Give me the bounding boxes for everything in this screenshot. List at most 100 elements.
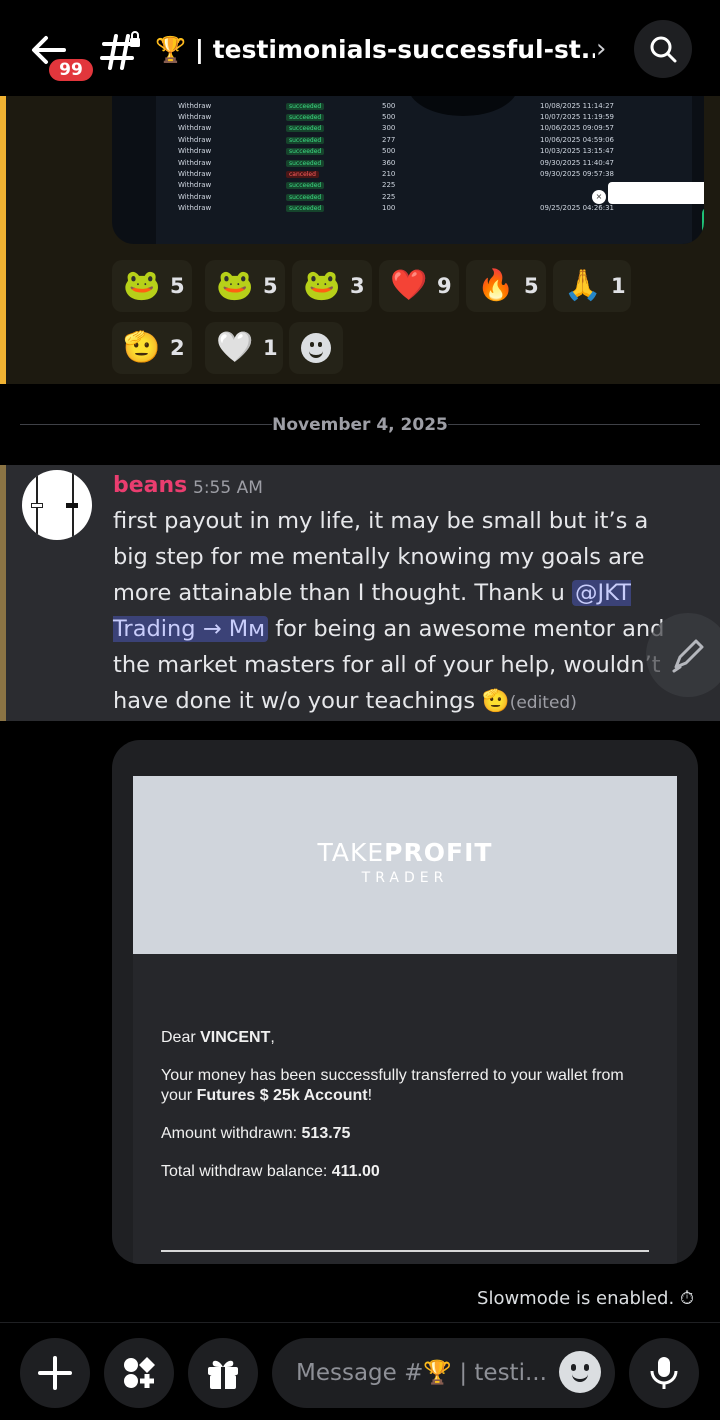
table-row: Withdraw succeeded 500 10/08/2025 11:14:27 (172, 100, 620, 111)
voice-message-button[interactable] (629, 1338, 699, 1408)
apps-icon (124, 1357, 155, 1388)
withdraw-status: succeeded (286, 102, 325, 110)
pray-emoji-icon: 🙏 (564, 268, 602, 303)
withdraw-date: 10/08/2025 11:14:27 (540, 101, 615, 110)
email-transfer-line: Your money has been successfully transfe… (161, 1067, 624, 1104)
withdraw-action: Withdraw (178, 135, 212, 144)
withdraw-status: canceled (286, 171, 319, 179)
email-greeting: Dear VINCENT, (161, 1029, 275, 1046)
reaction-chip[interactable]: 🐸 5 (205, 260, 285, 312)
withdraw-amount: 225 (382, 181, 396, 190)
withdraw-date: 09/30/2025 09:57:38 (540, 170, 615, 179)
withdraw-action: Withdraw (178, 101, 212, 110)
message[interactable]: beans 5:55 AM first payout in my life, i… (0, 465, 720, 721)
withdraw-status: succeeded (286, 205, 325, 213)
payout-email-screenshot[interactable]: TAKEPROFIT TRADER Dear VINCENT, Your mon… (112, 740, 698, 1264)
withdraw-status: succeeded (286, 159, 325, 167)
slowmode-text: Slowmode is enabled. (477, 1288, 675, 1309)
withdraw-date: 10/07/2025 11:19:59 (540, 113, 615, 122)
reaction-count: 9 (437, 274, 452, 298)
search-button[interactable] (634, 20, 692, 78)
reaction-chip[interactable]: ❤️ 9 (379, 260, 459, 312)
withdraw-action: Withdraw (178, 181, 212, 190)
add-reaction-button[interactable] (289, 322, 343, 374)
reaction-count: 5 (524, 274, 539, 298)
takeprofit-logo-sub: TRADER (361, 870, 449, 886)
withdraw-status: succeeded (286, 136, 325, 144)
reaction-count: 5 (170, 274, 185, 298)
chat-popup (608, 182, 704, 204)
heart-emoji-icon: ❤️ (390, 268, 428, 303)
message-composer (0, 1322, 720, 1420)
table-row: Withdraw succeeded 300 10/06/2025 09:09:57 (172, 123, 620, 134)
channel-title[interactable]: 🏆 | testimonials-successful-st... (155, 30, 595, 70)
withdraw-amount: 210 (382, 170, 396, 179)
withdraw-action: Withdraw (178, 158, 212, 167)
withdraw-date: 10/06/2025 09:09:57 (540, 124, 615, 133)
withdraw-action: Withdraw (178, 170, 212, 179)
add-attachment-button[interactable] (20, 1338, 90, 1408)
frog-emoji-icon: 🐸 (123, 268, 161, 303)
withdraw-status: succeeded (286, 193, 325, 201)
withdraw-amount: 500 (382, 113, 396, 122)
withdraw-action: Withdraw (178, 192, 212, 201)
reaction-count: 5 (263, 274, 278, 298)
reaction-count: 2 (170, 336, 185, 360)
withdraw-amount: 500 (382, 147, 396, 156)
withdraw-amount: 360 (382, 158, 396, 167)
frog-emoji-icon: 🐸 (303, 268, 341, 303)
reaction-count: 3 (350, 274, 365, 298)
white-heart-emoji-icon: 🤍 (216, 330, 254, 365)
message-text: first payout in my life, it may be small… (113, 508, 649, 606)
reaction-chip[interactable]: 🐸 5 (112, 260, 192, 312)
reaction-chip[interactable]: 🙏 1 (553, 260, 631, 312)
microphone-icon (650, 1357, 678, 1389)
table-row: Withdraw succeeded 360 09/30/2025 11:40:47 (172, 157, 620, 168)
apps-button[interactable] (104, 1338, 174, 1408)
withdraw-status: succeeded (286, 182, 325, 190)
withdraw-status: succeeded (286, 148, 325, 156)
plus-icon (38, 1356, 72, 1390)
search-icon (650, 36, 677, 63)
withdraw-action: Withdraw (178, 113, 212, 122)
withdraw-history-screenshot[interactable]: Withdraw succeeded 500 10/08/2025 11:14:27 W… (112, 96, 704, 244)
withdraw-date: 09/30/2025 11:40:47 (540, 158, 615, 167)
withdraw-amount: 277 (382, 135, 396, 144)
table-row: Withdraw succeeded 225 (172, 191, 620, 202)
withdraw-amount: 500 (382, 101, 396, 110)
reaction-chip[interactable]: 🫡 2 (112, 322, 192, 374)
chat-widget-button (702, 208, 704, 234)
withdraw-date: 10/03/2025 13:15:47 (540, 147, 615, 156)
edit-button[interactable] (646, 613, 720, 697)
gift-button[interactable] (188, 1338, 258, 1408)
email-card: TAKEPROFIT TRADER Dear VINCENT, Your mon… (133, 776, 677, 1264)
table-row: Withdraw succeeded 225 (172, 180, 620, 191)
stopwatch-icon: ⏱ (679, 1288, 694, 1309)
emoji-picker-button[interactable] (559, 1351, 601, 1393)
reaction-chip[interactable]: 🐸 3 (292, 260, 372, 312)
reaction-chip[interactable]: 🤍 1 (205, 322, 283, 374)
smiley-icon (301, 333, 331, 363)
email-header: TAKEPROFIT TRADER (133, 776, 677, 954)
salute-emoji-icon: 🫡 (123, 330, 161, 365)
withdraw-date: 09/25/2025 04:26:31 (540, 204, 615, 213)
email-body: Dear VINCENT, Your money has been succes… (161, 1028, 651, 1200)
withdraw-amount: 300 (382, 124, 396, 133)
unread-badge: 99 (46, 56, 96, 84)
message-author[interactable]: beans (113, 473, 187, 498)
reaction-chip[interactable]: 🔥 5 (466, 260, 546, 312)
fire-emoji-icon: 🔥 (477, 268, 515, 303)
avatar[interactable] (22, 470, 92, 540)
edited-label: (edited) (509, 693, 577, 713)
withdraw-date: 10/06/2025 04:59:06 (540, 135, 615, 144)
pencil-icon (672, 639, 704, 673)
message-content: first payout in my life, it may be small… (113, 503, 683, 721)
withdraw-action: Withdraw (178, 204, 212, 213)
chevron-right-icon[interactable]: › (596, 34, 618, 64)
table-row: Withdraw canceled 210 09/30/2025 09:57:38 (172, 168, 620, 179)
withdraw-table: Withdraw succeeded 500 10/08/2025 11:14:27 W… (172, 100, 620, 214)
date-divider-label: November 4, 2025 (272, 415, 448, 435)
gift-icon (208, 1360, 238, 1389)
email-divider (161, 1250, 649, 1252)
reaction-count: 1 (263, 336, 278, 360)
